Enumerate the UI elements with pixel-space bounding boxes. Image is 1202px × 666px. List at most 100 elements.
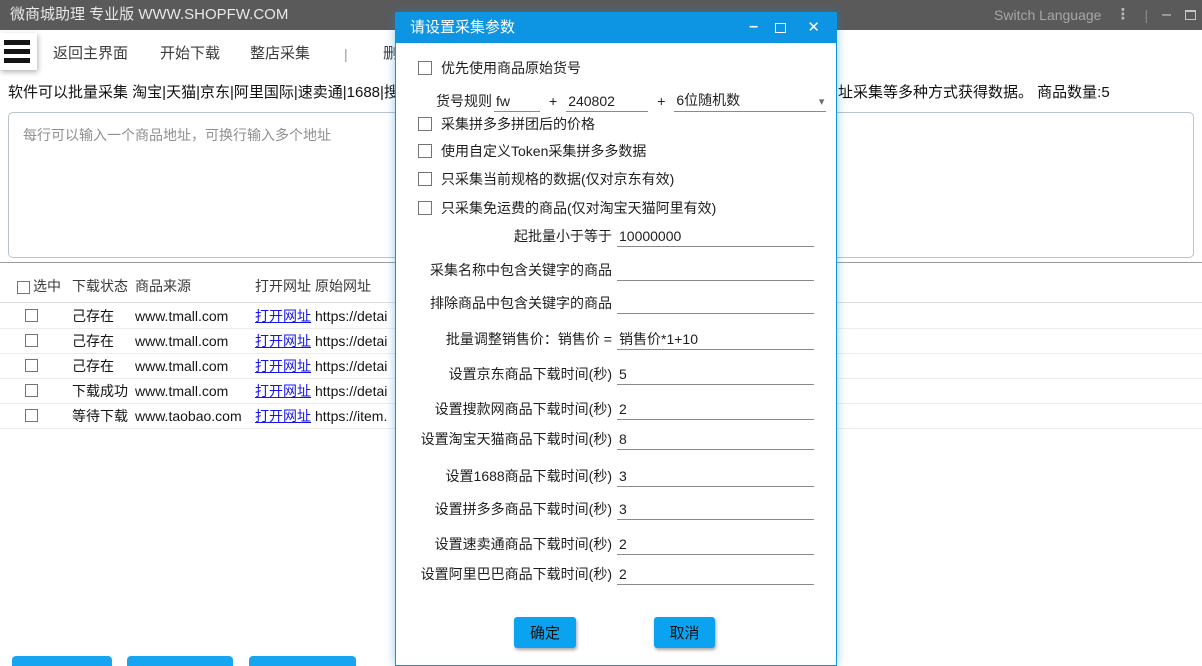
- whole-shop-collect-button[interactable]: 整店采集: [250, 30, 310, 78]
- open-url-link[interactable]: 打开网址: [255, 379, 311, 404]
- alibaba1688-delay-input[interactable]: [617, 465, 814, 487]
- price-formula-input[interactable]: [617, 328, 814, 350]
- row-checkbox[interactable]: [25, 409, 38, 422]
- checkbox-label: 使用自定义Token采集拼多多数据: [441, 141, 646, 161]
- alibaba-delay-input[interactable]: [617, 563, 814, 585]
- header-source: 商品来源: [135, 276, 191, 296]
- header-selected: 选中: [33, 276, 61, 296]
- field-row-pdd-delay: 设置拼多多商品下载时间(秒): [396, 498, 836, 524]
- field-label: 批量调整销售价：销售价 =: [396, 328, 612, 350]
- free-shipping-only-checkbox-row[interactable]: 只采集免运费的商品(仅对淘宝天猫阿里有效): [418, 199, 716, 217]
- dialog-maximize-icon[interactable]: [775, 23, 786, 33]
- row-original-url: https://detai: [315, 329, 387, 354]
- ok-button[interactable]: 确定: [514, 617, 576, 648]
- plus-sign: +: [657, 93, 665, 109]
- jd-delay-input[interactable]: [617, 363, 814, 385]
- row-status: 己存在: [72, 329, 114, 354]
- checkbox-icon[interactable]: [418, 172, 432, 186]
- row-source: www.tmall.com: [135, 379, 228, 404]
- sku-middle-input[interactable]: [566, 90, 648, 112]
- dialog-close-icon[interactable]: ✕: [807, 13, 820, 43]
- include-keyword-input[interactable]: [617, 259, 814, 281]
- field-label: 起批量小于等于: [396, 225, 612, 247]
- open-url-link[interactable]: 打开网址: [255, 404, 311, 429]
- sku-rule-row: 货号规则 + + 6位随机数 ▾: [436, 89, 826, 113]
- hamburger-bar: [4, 49, 30, 54]
- toolbar-divider: |: [344, 30, 348, 78]
- checkbox-icon[interactable]: [418, 117, 432, 131]
- row-source: www.tmall.com: [135, 354, 228, 379]
- checkbox-icon[interactable]: [418, 201, 432, 215]
- info-text-right: 址采集等多种方式获得数据。 商品数量:5: [838, 78, 1110, 108]
- current-spec-only-checkbox-row[interactable]: 只采集当前规格的数据(仅对京东有效): [418, 170, 674, 188]
- start-download-button[interactable]: 开始下载: [160, 30, 220, 78]
- header-open-url: 打开网址: [255, 276, 311, 296]
- exclude-keyword-input[interactable]: [617, 292, 814, 314]
- switch-language-button[interactable]: Switch Language: [994, 7, 1101, 23]
- maximize-icon[interactable]: [1185, 10, 1196, 20]
- row-status: 下载成功: [72, 379, 128, 404]
- field-row-taobao-tmall-delay: 设置淘宝天猫商品下载时间(秒): [396, 428, 836, 454]
- select-all-checkbox[interactable]: [17, 281, 30, 294]
- row-checkbox[interactable]: [25, 384, 38, 397]
- open-url-link[interactable]: 打开网址: [255, 304, 311, 329]
- minimize-icon[interactable]: –: [1162, 0, 1171, 30]
- open-url-link[interactable]: 打开网址: [255, 354, 311, 379]
- field-label: 设置拼多多商品下载时间(秒): [396, 498, 612, 520]
- field-row-exclude-keyword: 排除商品中包含关键字的商品: [396, 292, 836, 318]
- dialog-minimize-icon[interactable]: –: [749, 13, 758, 41]
- row-source: www.tmall.com: [135, 304, 228, 329]
- field-label: 设置搜款网商品下载时间(秒): [396, 398, 612, 420]
- aliexpress-delay-input[interactable]: [617, 533, 814, 555]
- use-original-sku-checkbox-row[interactable]: 优先使用商品原始货号: [418, 59, 581, 77]
- chevron-down-icon: ▾: [819, 92, 825, 112]
- back-to-main-button[interactable]: 返回主界面: [53, 30, 128, 78]
- field-row-min-batch: 起批量小于等于: [396, 225, 836, 251]
- hamburger-bar: [4, 40, 30, 45]
- dialog-titlebar: 请设置采集参数 – ✕: [396, 13, 836, 43]
- field-row-alibaba-delay: 设置阿里巴巴商品下载时间(秒): [396, 563, 836, 589]
- field-label: 设置1688商品下载时间(秒): [396, 465, 612, 487]
- bottom-action-button-1[interactable]: [12, 656, 112, 666]
- row-original-url: https://detai: [315, 304, 387, 329]
- bottom-action-button-3[interactable]: [249, 656, 356, 666]
- checkbox-label: 只采集免运费的商品(仅对淘宝天猫阿里有效): [441, 198, 716, 218]
- field-row-jd-delay: 设置京东商品下载时间(秒): [396, 363, 836, 389]
- collect-settings-dialog: 请设置采集参数 – ✕ 优先使用商品原始货号 货号规则 + + 6位随机数 ▾ …: [395, 12, 837, 666]
- more-options-icon[interactable]: ⋮: [1115, 10, 1130, 20]
- checkbox-icon[interactable]: [418, 61, 432, 75]
- row-checkbox[interactable]: [25, 334, 38, 347]
- field-label: 采集名称中包含关键字的商品: [396, 259, 612, 281]
- field-row-soukuan-delay: 设置搜款网商品下载时间(秒): [396, 398, 836, 424]
- hamburger-menu-icon[interactable]: [0, 33, 37, 70]
- min-batch-input[interactable]: [617, 225, 814, 247]
- header-original-url: 原始网址: [315, 276, 371, 296]
- row-status: 己存在: [72, 304, 114, 329]
- checkbox-label: 只采集当前规格的数据(仅对京东有效): [441, 169, 674, 189]
- cancel-button[interactable]: 取消: [654, 617, 715, 648]
- field-row-aliexpress-delay: 设置速卖通商品下载时间(秒): [396, 533, 836, 559]
- open-url-link[interactable]: 打开网址: [255, 329, 311, 354]
- bottom-action-button-2[interactable]: [127, 656, 233, 666]
- checkbox-label: 采集拼多多拼团后的价格: [441, 114, 595, 134]
- custom-token-checkbox-row[interactable]: 使用自定义Token采集拼多多数据: [418, 142, 646, 160]
- random-digits-dropdown[interactable]: 6位随机数 ▾: [674, 90, 826, 112]
- pdd-delay-input[interactable]: [617, 498, 814, 520]
- taobao-tmall-delay-input[interactable]: [617, 428, 814, 450]
- plus-sign: +: [549, 93, 557, 109]
- row-checkbox[interactable]: [25, 309, 38, 322]
- sku-prefix-input[interactable]: [494, 90, 540, 112]
- checkbox-icon[interactable]: [418, 144, 432, 158]
- header-status: 下载状态: [72, 276, 128, 296]
- row-original-url: https://detai: [315, 354, 387, 379]
- dropdown-value: 6位随机数: [676, 92, 740, 108]
- info-text-left: 软件可以批量采集 淘宝|天猫|京东|阿里国际|速卖通|1688|搜: [8, 78, 399, 108]
- row-checkbox[interactable]: [25, 359, 38, 372]
- soukuan-delay-input[interactable]: [617, 398, 814, 420]
- pdd-group-price-checkbox-row[interactable]: 采集拼多多拼团后的价格: [418, 115, 595, 133]
- row-status: 等待下载: [72, 404, 128, 429]
- window-title: 微商城助理 专业版 WWW.SHOPFW.COM: [10, 0, 288, 30]
- row-status: 己存在: [72, 354, 114, 379]
- field-label: 设置淘宝天猫商品下载时间(秒): [396, 428, 612, 450]
- field-row-1688-delay: 设置1688商品下载时间(秒): [396, 465, 836, 491]
